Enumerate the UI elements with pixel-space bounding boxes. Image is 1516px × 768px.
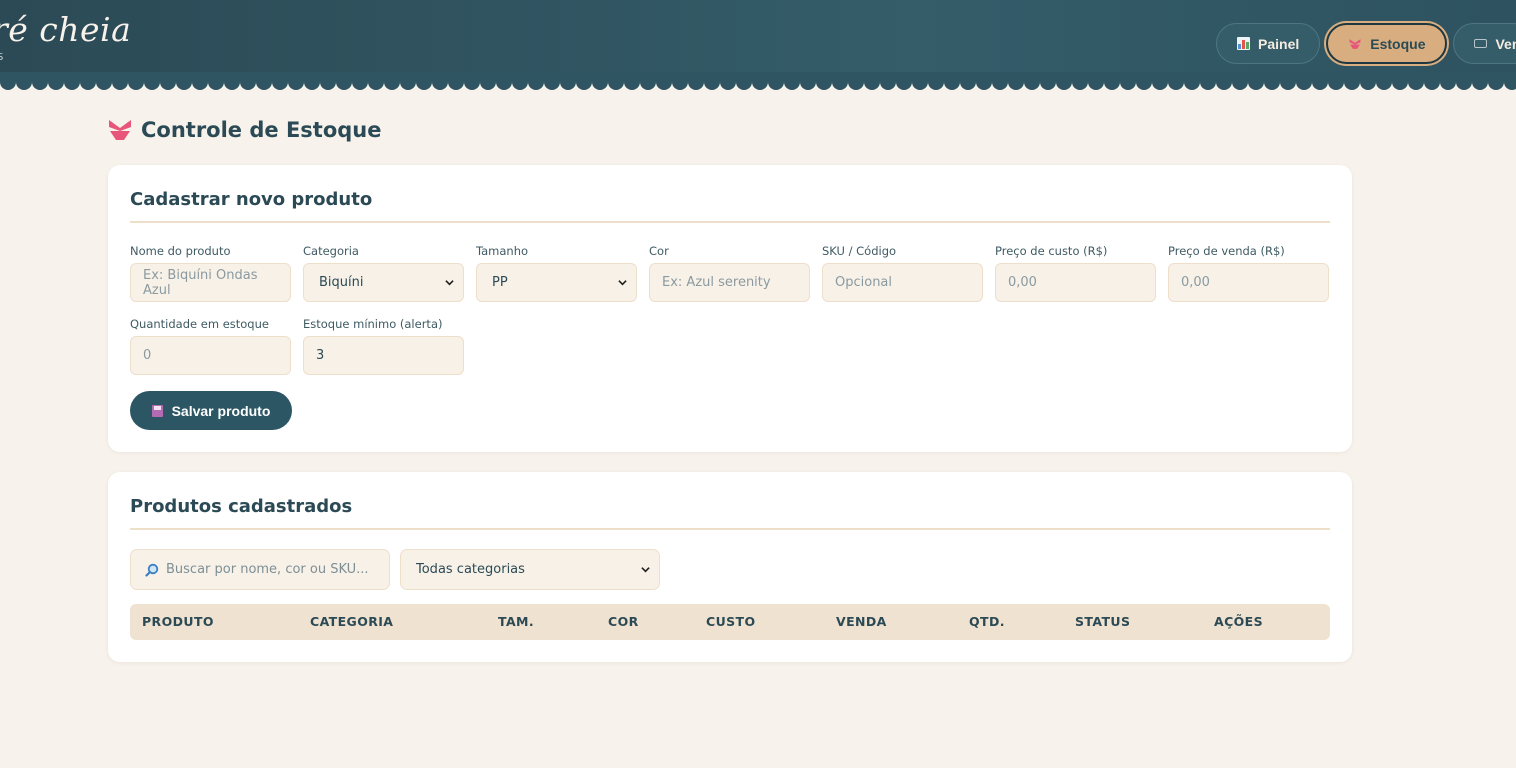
color-input[interactable]: Ex: Azul serenity: [649, 263, 810, 302]
column-header-acoes[interactable]: AÇÕES: [1214, 604, 1263, 640]
new-product-card: Cadastrar novo produto Nome do produto E…: [108, 165, 1352, 452]
nav-label: Estoque: [1370, 35, 1426, 52]
products-table-header: PRODUTO CATEGORIA TAM. COR CUSTO VENDA Q…: [130, 604, 1330, 640]
field-size: Tamanho PP: [476, 244, 637, 302]
field-label: Preço de venda (R$): [1168, 244, 1285, 258]
size-select[interactable]: PP: [476, 263, 637, 302]
column-header-produto[interactable]: PRODUTO: [142, 604, 214, 640]
products-list-card: Produtos cadastrados Buscar por nome, co…: [108, 472, 1352, 662]
page-title: Controle de Estoque: [108, 118, 382, 142]
category-filter-select[interactable]: Todas categorias: [400, 549, 660, 590]
field-label: Cor: [649, 244, 669, 258]
cost-price-input[interactable]: 0,00: [995, 263, 1156, 302]
field-cost-price: Preço de custo (R$) 0,00: [995, 244, 1156, 302]
chevron-down-icon: [641, 567, 650, 573]
product-name-input[interactable]: Ex: Biquíni Ondas Azul: [130, 263, 291, 302]
bikini-icon: [109, 120, 131, 140]
magnifier-icon: [145, 563, 159, 577]
field-label: Preço de custo (R$): [995, 244, 1108, 258]
field-label: Categoria: [303, 244, 359, 258]
field-label: Tamanho: [476, 244, 529, 258]
nav-button-estoque[interactable]: Estoque: [1326, 23, 1448, 64]
category-select-value: Biquíni: [319, 275, 364, 290]
top-header: ré cheia S Painel Estoque Vend: [0, 0, 1516, 82]
header-wave-border: [0, 72, 1516, 90]
save-button-label: Salvar produto: [171, 402, 271, 419]
column-header-categoria[interactable]: CATEGORIA: [310, 604, 393, 640]
field-product-name: Nome do produto Ex: Biquíni Ondas Azul: [130, 244, 291, 302]
field-sku: SKU / Código Opcional: [822, 244, 983, 302]
field-min-stock: Estoque mínimo (alerta) 3: [303, 317, 464, 375]
column-header-status[interactable]: STATUS: [1075, 604, 1130, 640]
divider: [130, 528, 1330, 530]
brand-tagline: S: [0, 52, 6, 63]
field-label: Estoque mínimo (alerta): [303, 317, 443, 331]
column-header-custo[interactable]: CUSTO: [706, 604, 755, 640]
column-header-tamanho[interactable]: TAM.: [498, 604, 534, 640]
field-color: Cor Ex: Azul serenity: [649, 244, 810, 302]
size-select-value: PP: [492, 275, 508, 290]
bar-chart-icon: [1237, 37, 1250, 50]
field-label: Quantidade em estoque: [130, 317, 269, 331]
sku-input[interactable]: Opcional: [822, 263, 983, 302]
quantity-input[interactable]: 0: [130, 336, 291, 375]
page-heading: Controle de Estoque: [141, 118, 382, 142]
search-input[interactable]: Buscar por nome, cor ou SKU...: [130, 549, 390, 590]
field-label: SKU / Código: [822, 244, 897, 258]
nav-button-painel[interactable]: Painel: [1216, 23, 1321, 64]
bikini-icon: [1349, 38, 1361, 49]
column-header-cor[interactable]: COR: [608, 604, 639, 640]
keyboard-icon: [1474, 39, 1488, 48]
column-header-venda[interactable]: VENDA: [836, 604, 887, 640]
field-label: Nome do produto: [130, 244, 231, 258]
floppy-disk-icon: [151, 404, 163, 417]
nav-label: Vend: [1495, 35, 1516, 52]
divider: [130, 221, 1330, 223]
sale-price-input[interactable]: 0,00: [1168, 263, 1329, 302]
chevron-down-icon: [445, 280, 454, 286]
category-filter-value: Todas categorias: [416, 562, 525, 577]
field-quantity: Quantidade em estoque 0: [130, 317, 291, 375]
nav-label: Painel: [1258, 35, 1300, 52]
min-stock-input[interactable]: 3: [303, 336, 464, 375]
field-sale-price: Preço de venda (R$) 0,00: [1168, 244, 1329, 302]
save-product-button[interactable]: Salvar produto: [130, 391, 292, 430]
brand-logo[interactable]: ré cheia: [0, 10, 131, 49]
field-category: Categoria Biquíni: [303, 244, 464, 302]
search-placeholder: Buscar por nome, cor ou SKU...: [166, 562, 369, 577]
category-select[interactable]: Biquíni: [303, 263, 464, 302]
column-header-quantidade[interactable]: QTD.: [969, 604, 1005, 640]
main-nav: Painel Estoque Vend: [1216, 23, 1516, 64]
card-title: Cadastrar novo produto: [130, 189, 373, 210]
nav-button-vendas[interactable]: Vend: [1453, 23, 1516, 64]
card-title: Produtos cadastrados: [130, 496, 353, 517]
chevron-down-icon: [618, 280, 627, 286]
